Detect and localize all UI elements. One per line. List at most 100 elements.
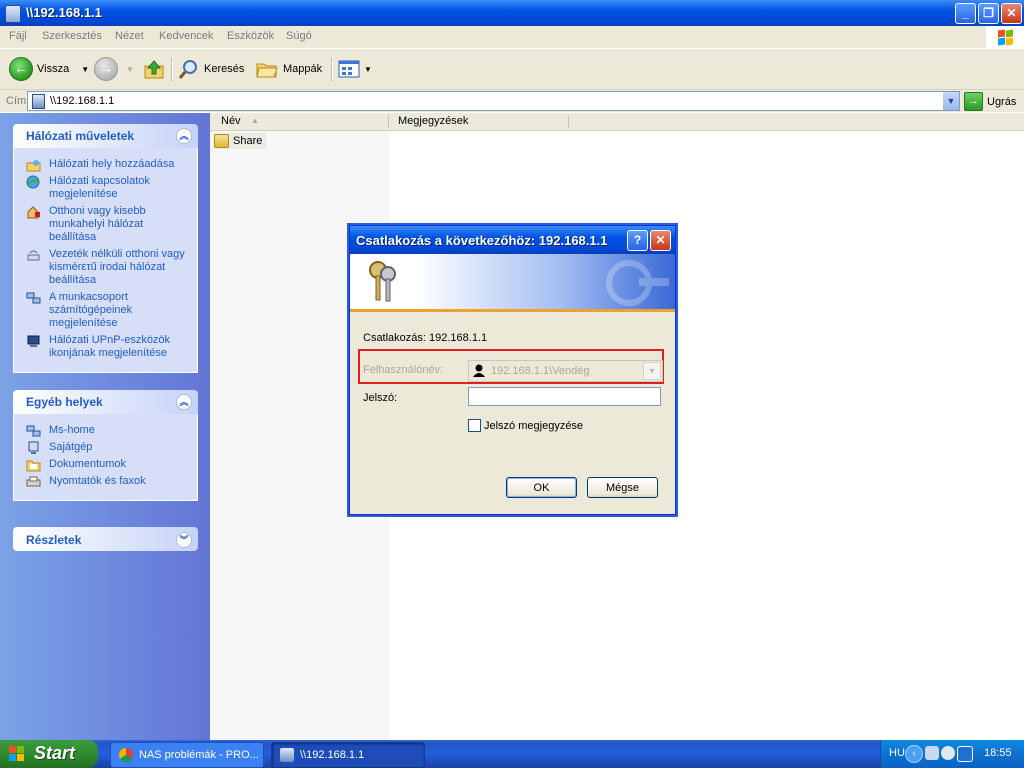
go-label: Ugrás bbox=[987, 95, 1017, 108]
close-button[interactable]: ✕ bbox=[1001, 3, 1022, 24]
password-input[interactable] bbox=[468, 387, 661, 406]
volume-tray-icon[interactable] bbox=[941, 746, 955, 760]
username-dropdown-icon[interactable]: ▼ bbox=[643, 362, 661, 380]
place-ms-home[interactable]: Ms-home bbox=[14, 424, 197, 437]
collapse-chevron-icon[interactable]: ︽ bbox=[176, 128, 192, 144]
task-pane: Hálózati műveletek ︽ Hálózati hely hozzá… bbox=[0, 113, 210, 740]
dialog-titlebar[interactable]: Csatlakozás a következőhöz: 192.168.1.1 … bbox=[350, 226, 675, 254]
go-arrow-icon: → bbox=[964, 92, 983, 111]
username-label: Felhasználónév: bbox=[363, 364, 444, 376]
place-documents[interactable]: Dokumentumok bbox=[14, 458, 197, 472]
wireless-network-icon bbox=[27, 250, 40, 261]
other-places-header[interactable]: Egyéb helyek ︽ bbox=[13, 390, 198, 414]
details-header[interactable]: Részletek ︾ bbox=[13, 527, 198, 551]
system-tray: HU ‹ 18:55 bbox=[880, 740, 1024, 768]
expand-chevron-icon[interactable]: ︾ bbox=[176, 532, 192, 548]
network-tasks-title: Hálózati műveletek bbox=[26, 129, 135, 143]
forward-button[interactable]: → ▼ bbox=[94, 56, 134, 82]
up-folder-icon bbox=[144, 60, 164, 79]
other-places-title: Egyéb helyek bbox=[26, 395, 103, 409]
menu-help[interactable]: Súgó bbox=[286, 30, 312, 42]
remember-password-label[interactable]: Jelszó megjegyzése bbox=[484, 420, 583, 432]
minimize-button[interactable]: _ bbox=[955, 3, 976, 24]
network-tray-icon[interactable] bbox=[925, 746, 939, 760]
task-add-network-place[interactable]: Hálózati hely hozzáadása bbox=[14, 158, 197, 172]
address-value: \\192.168.1.1 bbox=[50, 95, 115, 107]
address-label: Cím bbox=[6, 95, 27, 107]
show-hidden-icons-icon[interactable]: ‹ bbox=[905, 745, 923, 763]
place-label: Nyomtatók és faxok bbox=[49, 475, 146, 487]
column-comments[interactable]: Megjegyzések bbox=[398, 115, 468, 127]
menu-tools[interactable]: Eszközök bbox=[227, 30, 274, 42]
user-icon bbox=[473, 364, 485, 377]
back-label: Vissza bbox=[37, 63, 70, 75]
toolbar: ← Vissza ▼ → ▼ Keresés Mappák ▼ bbox=[0, 49, 1024, 90]
search-label: Keresés bbox=[204, 63, 245, 75]
username-combo[interactable]: 192.168.1.1\Vendég ▼ bbox=[468, 360, 663, 382]
address-bar: Cím \\192.168.1.1 ▼ → Ugrás bbox=[0, 90, 1024, 112]
task-show-upnp-icons[interactable]: Hálózati UPnP-eszközök ikonjának megjele… bbox=[14, 334, 197, 360]
remember-password-checkbox[interactable] bbox=[468, 419, 481, 432]
banner-decoration-icon bbox=[606, 260, 669, 306]
clock: 18:55 bbox=[984, 747, 1012, 759]
add-network-place-icon bbox=[26, 160, 41, 172]
menu-edit[interactable]: Szerkesztés bbox=[42, 30, 102, 42]
language-indicator[interactable]: HU bbox=[889, 747, 905, 759]
search-button[interactable]: Keresés bbox=[178, 56, 244, 82]
column-headers: Név ▲ Megjegyzések bbox=[210, 113, 1024, 131]
sort-ascending-icon: ▲ bbox=[251, 116, 259, 125]
task-label: A munkacsoport számítógépeinek megjelení… bbox=[49, 291, 133, 329]
start-button[interactable]: Start bbox=[0, 740, 98, 768]
network-tasks-header[interactable]: Hálózati műveletek ︽ bbox=[13, 124, 198, 148]
task-view-workgroup-computers[interactable]: A munkacsoport számítógépeinek megjelení… bbox=[14, 291, 197, 330]
documents-folder-icon bbox=[26, 460, 41, 472]
task-label: Hálózati UPnP-eszközök ikonjának megjele… bbox=[49, 334, 171, 359]
address-input[interactable]: \\192.168.1.1 ▼ bbox=[27, 91, 960, 111]
bluetooth-tray-icon[interactable] bbox=[957, 746, 973, 762]
username-value: 192.168.1.1\Vendég bbox=[491, 365, 590, 377]
window-titlebar[interactable]: \\192.168.1.1 _ ❐ ✕ bbox=[0, 0, 1024, 26]
address-dropdown-button[interactable]: ▼ bbox=[943, 92, 959, 110]
forward-arrow-icon: → bbox=[94, 57, 118, 81]
taskbar: Start NAS problémák - PRO... \\192.168.1… bbox=[0, 740, 1024, 768]
task-view-network-connections[interactable]: Hálózati kapcsolatok megjelenítése bbox=[14, 175, 197, 201]
place-printers-faxes[interactable]: Nyomtatók és faxok bbox=[14, 475, 197, 488]
column-name[interactable]: Név bbox=[221, 115, 241, 127]
menu-bar: Fájl Szerkesztés Nézet Kedvencek Eszközö… bbox=[0, 26, 1024, 49]
back-dropdown-icon[interactable]: ▼ bbox=[81, 65, 89, 74]
collapse-chevron-icon[interactable]: ︽ bbox=[176, 394, 192, 410]
my-computer-icon bbox=[28, 441, 39, 454]
dialog-close-button[interactable]: ✕ bbox=[650, 230, 671, 251]
windows-logo-icon bbox=[986, 26, 1024, 48]
back-button[interactable]: ← Vissza ▼ bbox=[9, 56, 89, 82]
up-folder-button[interactable] bbox=[143, 56, 165, 82]
go-button[interactable]: → Ugrás bbox=[964, 92, 1016, 111]
restore-button[interactable]: ❐ bbox=[978, 3, 999, 24]
workgroup-icon bbox=[26, 425, 41, 437]
printer-icon bbox=[26, 476, 41, 487]
menu-view[interactable]: Nézet bbox=[115, 30, 144, 42]
connect-text: Csatlakozás: 192.168.1.1 bbox=[363, 332, 488, 344]
windows-flag-icon bbox=[9, 746, 24, 761]
computer-icon bbox=[280, 748, 294, 762]
menu-file[interactable]: Fájl bbox=[9, 30, 27, 42]
back-arrow-icon: ← bbox=[9, 57, 33, 81]
cancel-button[interactable]: Mégse bbox=[587, 477, 658, 498]
task-label: Vezeték nélküli otthoni vagy kismérετű i… bbox=[49, 248, 185, 286]
ok-button[interactable]: OK bbox=[506, 477, 577, 498]
keys-icon bbox=[369, 261, 396, 302]
task-setup-home-network[interactable]: Otthoni vagy kisebb munkahelyi hálózat b… bbox=[14, 205, 197, 244]
search-icon bbox=[178, 60, 197, 79]
place-my-computer[interactable]: Sajátgép bbox=[14, 441, 197, 454]
help-button[interactable]: ? bbox=[627, 230, 648, 251]
folders-button[interactable]: Mappák bbox=[255, 56, 322, 82]
taskbar-button-chrome[interactable]: NAS problémák - PRO... bbox=[110, 742, 264, 768]
list-item[interactable]: Share bbox=[214, 133, 267, 149]
network-tasks-panel: Hálózati műveletek ︽ Hálózati hely hozzá… bbox=[13, 124, 198, 373]
dialog-title: Csatlakozás a következőhöz: 192.168.1.1 bbox=[356, 233, 608, 248]
details-title: Részletek bbox=[26, 533, 82, 547]
taskbar-button-explorer[interactable]: \\192.168.1.1 bbox=[271, 742, 425, 768]
views-button[interactable]: ▼ bbox=[338, 56, 372, 82]
menu-favorites[interactable]: Kedvencek bbox=[159, 30, 213, 42]
task-setup-wireless-network[interactable]: Vezeték nélküli otthoni vagy kismérετű i… bbox=[14, 248, 197, 287]
